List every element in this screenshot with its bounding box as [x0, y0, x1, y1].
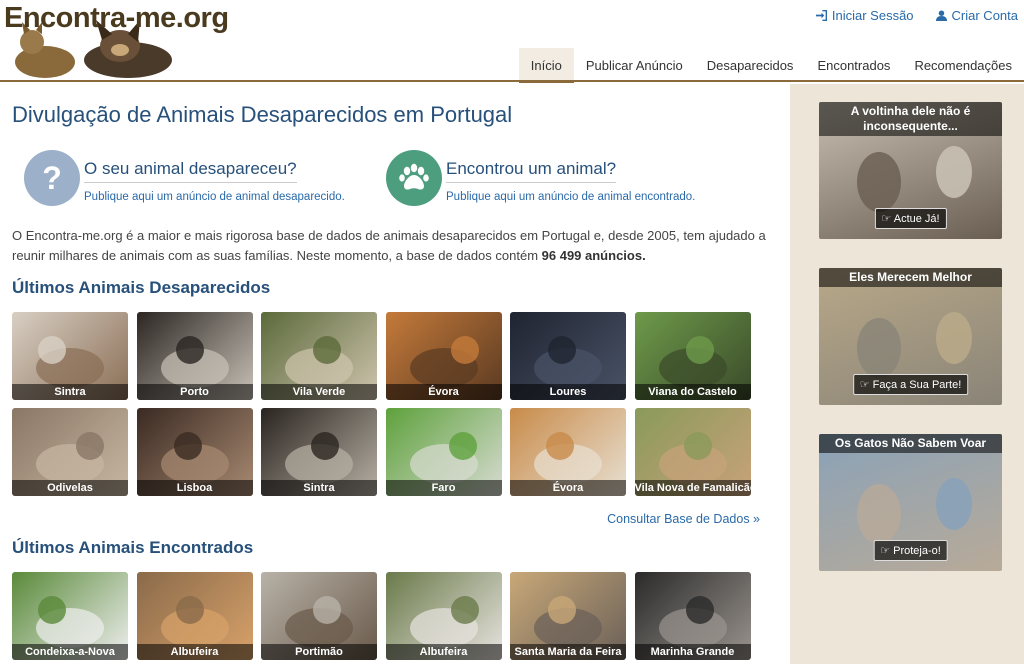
logo-text: Encontra-me.org [4, 2, 229, 34]
question-icon: ? [24, 150, 80, 206]
found-animal-tile[interactable]: Albufeira [385, 572, 502, 660]
campaign-button-label: Faça a Sua Parte! [872, 379, 962, 391]
login-link[interactable]: Iniciar Sessão [815, 8, 914, 23]
thumbs-up-icon: ☞ [881, 213, 894, 225]
tile-location-label: Marinha Grande [634, 644, 751, 660]
cta-lost[interactable]: ? O seu animal desapareceu? Publique aqu… [24, 150, 345, 206]
intro-paragraph: O Encontra-me.org é a maior e mais rigor… [12, 226, 772, 266]
found-animal-tile[interactable]: Albufeira [136, 572, 253, 660]
account-links: Iniciar Sessão Criar Conta [815, 8, 1018, 23]
login-label: Iniciar Sessão [831, 8, 914, 23]
tile-location-label: Évora [510, 480, 626, 496]
campaign-title: A voltinha dele não é inconsequente... [819, 102, 1002, 136]
main-nav: Início Publicar Anúncio Desaparecidos En… [518, 48, 1024, 83]
tile-location-label: Viana do Castelo [634, 384, 751, 400]
tile-location-label: Odivelas [12, 480, 128, 496]
lost-animal-tile[interactable]: Faro [385, 408, 502, 496]
sign-in-icon [815, 10, 827, 21]
intro-text: O Encontra-me.org é a maior e mais rigor… [12, 228, 766, 263]
cta-lost-title: O seu animal desapareceu? [84, 159, 297, 183]
lost-animal-tile[interactable]: Sintra [261, 408, 377, 496]
campaign-banner[interactable]: A voltinha dele não é inconsequente... ☞ … [819, 102, 1002, 239]
lost-animal-tile[interactable]: Odivelas [12, 408, 128, 496]
nav-inicio[interactable]: Início [518, 48, 574, 83]
cta-lost-link[interactable]: Publique aqui um anúncio de animal desap… [84, 191, 345, 203]
campaign-banner[interactable]: Eles Merecem Melhor ☞ Faça a Sua Parte! [819, 268, 1002, 405]
tile-location-label: Loures [510, 384, 626, 400]
lost-animal-tile[interactable]: Porto [136, 312, 253, 400]
nav-encontrados[interactable]: Encontrados [805, 48, 902, 83]
signup-link[interactable]: Criar Conta [935, 8, 1018, 23]
lost-animal-tile[interactable]: Loures [510, 312, 626, 400]
cta-found[interactable]: Encontrou um animal? Publique aqui um an… [386, 150, 695, 206]
campaign-title: Os Gatos Não Sabem Voar [819, 434, 1002, 453]
tile-location-label: Sintra [261, 480, 377, 496]
nav-recomendacoes[interactable]: Recomendações [902, 48, 1024, 83]
found-animal-tile[interactable]: Condeixa-a-Nova [12, 572, 128, 660]
site-header: Encontra-me.org Iniciar Sessão Criar Con… [0, 0, 1024, 83]
paw-icon [386, 150, 442, 206]
thumbs-up-icon: ☞ [859, 379, 873, 391]
svg-text:?: ? [42, 161, 62, 195]
campaign-button-label: Actue Já! [893, 213, 940, 225]
ad-count: 96 499 anúncios. [541, 248, 646, 263]
tile-location-label: Évora [385, 384, 502, 400]
lost-animal-tile[interactable]: Vila Verde [261, 312, 377, 400]
found-section-title: Últimos Animais Encontrados [12, 538, 254, 557]
tile-location-label: Sintra [12, 384, 128, 400]
sidebar: A voltinha dele não é inconsequente... ☞ … [790, 84, 1024, 664]
tile-location-label: Santa Maria da Feira [510, 644, 626, 660]
lost-animal-tile[interactable]: Évora [510, 408, 626, 496]
site-logo[interactable]: Encontra-me.org [4, 2, 230, 80]
thumbs-up-icon: ☞ [880, 545, 894, 557]
main-content: Divulgação de Animais Desaparecidos em P… [0, 84, 790, 664]
nav-publicar-anuncio[interactable]: Publicar Anúncio [574, 48, 695, 83]
lost-animals-grid: Sintra Porto Vila Verde Évora Loures Viana do… [12, 312, 751, 496]
tile-location-label: Faro [385, 480, 502, 496]
campaign-banner[interactable]: Os Gatos Não Sabem Voar ☞ Proteja-o! [819, 434, 1002, 571]
tile-location-label: Vila Verde [261, 384, 377, 400]
cta-found-link[interactable]: Publique aqui um anúncio de animal encon… [446, 191, 695, 203]
tile-location-label: Vila Nova de Famalicão [634, 480, 751, 496]
campaign-button-label: Proteja-o! [893, 545, 941, 557]
tile-location-label: Porto [136, 384, 253, 400]
user-icon [935, 10, 947, 21]
lost-animal-tile[interactable]: Viana do Castelo [634, 312, 751, 400]
lost-animal-tile[interactable]: Sintra [12, 312, 128, 400]
found-animal-tile[interactable]: Portimão [261, 572, 377, 660]
tile-location-label: Portimão [261, 644, 377, 660]
campaign-button[interactable]: ☞ Faça a Sua Parte! [852, 374, 969, 395]
nav-desaparecidos[interactable]: Desaparecidos [695, 48, 806, 83]
campaign-button[interactable]: ☞ Proteja-o! [873, 540, 948, 561]
found-animal-tile[interactable]: Santa Maria da Feira [510, 572, 626, 660]
lost-animal-tile[interactable]: Évora [385, 312, 502, 400]
tile-location-label: Albufeira [136, 644, 253, 660]
tile-location-label: Albufeira [385, 644, 502, 660]
found-animals-grid: Condeixa-a-Nova Albufeira Portimão Albufeir… [12, 572, 751, 660]
tile-location-label: Lisboa [136, 480, 253, 496]
page-title: Divulgação de Animais Desaparecidos em P… [12, 102, 513, 127]
signup-label: Criar Conta [951, 8, 1018, 23]
database-link[interactable]: Consultar Base de Dados » [607, 512, 760, 526]
found-animal-tile[interactable]: Marinha Grande [634, 572, 751, 660]
lost-section-title: Últimos Animais Desaparecidos [12, 278, 271, 297]
cta-found-title: Encontrou um animal? [446, 159, 617, 183]
campaign-button[interactable]: ☞ Actue Já! [874, 208, 947, 229]
lost-animal-tile[interactable]: Lisboa [136, 408, 253, 496]
tile-location-label: Condeixa-a-Nova [12, 644, 128, 660]
lost-animal-tile[interactable]: Vila Nova de Famalicão [634, 408, 751, 496]
campaign-title: Eles Merecem Melhor [819, 268, 1002, 287]
